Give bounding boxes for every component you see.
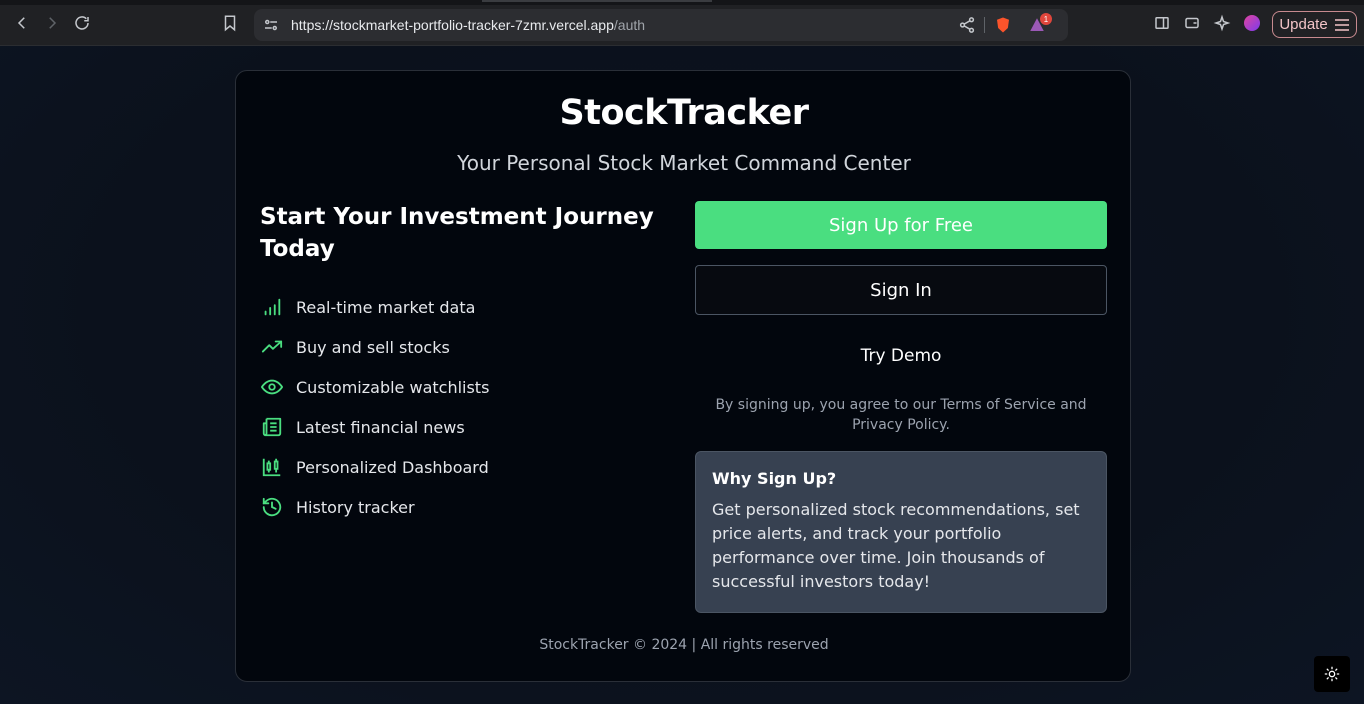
section-heading: Start Your Investment Journey Today [260, 204, 654, 262]
site-settings-icon[interactable] [260, 14, 282, 36]
chevron-left-icon [17, 17, 25, 29]
chevron-right-icon [49, 17, 57, 29]
update-label: Update [1279, 16, 1328, 33]
sign-up-button[interactable]: Sign Up for Free [695, 201, 1107, 249]
footer-text: StockTracker © 2024 | All rights reserve… [539, 637, 829, 653]
sign-in-button[interactable]: Sign In [695, 265, 1107, 315]
trending-up-icon [260, 335, 284, 359]
try-demo-button[interactable]: Try Demo [695, 338, 1107, 374]
address-bar[interactable]: https://stockmarket-portfolio-tracker-7z… [254, 9, 1068, 41]
newspaper-icon [260, 415, 284, 439]
feature-label: Latest financial news [296, 417, 465, 437]
feature-item: History tracker [260, 487, 660, 527]
feature-item: Buy and sell stocks [260, 327, 660, 367]
notification-badge: 1 [1040, 13, 1052, 25]
brand-title: StockTracker [559, 93, 810, 133]
back-button[interactable] [11, 12, 33, 34]
eye-icon [260, 375, 284, 399]
feature-item: Personalized Dashboard [260, 447, 660, 487]
candlestick-chart-icon [260, 455, 284, 479]
feature-label: Customizable watchlists [296, 377, 490, 397]
theme-toggle-button[interactable] [1314, 656, 1350, 692]
ai-assistant-icon[interactable] [1211, 12, 1233, 34]
url-text[interactable]: https://stockmarket-portfolio-tracker-7z… [291, 17, 645, 33]
bookmark-icon [224, 15, 236, 32]
feature-item: Latest financial news [260, 407, 660, 447]
auth-card: StockTracker Your Personal Stock Market … [235, 70, 1131, 682]
feature-label: History tracker [296, 497, 415, 517]
share-icon[interactable] [956, 14, 978, 36]
history-icon [260, 495, 284, 519]
why-body: Get personalized stock recommendations, … [712, 500, 1080, 591]
feature-item: Real-time market data [260, 287, 660, 327]
bar-chart-icon [260, 295, 284, 319]
feature-list: Real-time market data Buy and sell stock… [260, 287, 660, 527]
reload-button[interactable] [71, 12, 93, 34]
why-sign-up-panel: Why Sign Up? Get personalized stock reco… [695, 451, 1107, 613]
wallet-icon[interactable] [1181, 12, 1203, 34]
menu-icon [1334, 18, 1349, 31]
url-host: https://stockmarket-portfolio-tracker-7z… [291, 17, 614, 33]
profile-avatar[interactable] [1241, 12, 1263, 34]
page-background: StockTracker Your Personal Stock Market … [0, 46, 1364, 704]
sun-icon [1324, 666, 1340, 682]
browser-toolbar: https://stockmarket-portfolio-tracker-7z… [0, 0, 1364, 46]
tagline: Your Personal Stock Market Command Cente… [457, 151, 911, 175]
why-title: Why Sign Up? [712, 469, 837, 488]
feature-label: Personalized Dashboard [296, 457, 489, 477]
bookmark-button[interactable] [219, 12, 241, 34]
divider [984, 17, 985, 33]
brave-shields-icon[interactable] [992, 14, 1014, 36]
terms-notice: By signing up, you agree to our Terms of… [715, 397, 1087, 433]
url-path: /auth [613, 17, 646, 33]
feature-label: Real-time market data [296, 297, 476, 317]
feature-item: Customizable watchlists [260, 367, 660, 407]
forward-button[interactable] [41, 12, 63, 34]
feature-label: Buy and sell stocks [296, 337, 450, 357]
active-tab-indicator [482, 0, 712, 2]
sidebar-toggle-icon[interactable] [1151, 12, 1173, 34]
reload-icon [75, 16, 89, 30]
update-button[interactable]: Update [1272, 11, 1357, 38]
